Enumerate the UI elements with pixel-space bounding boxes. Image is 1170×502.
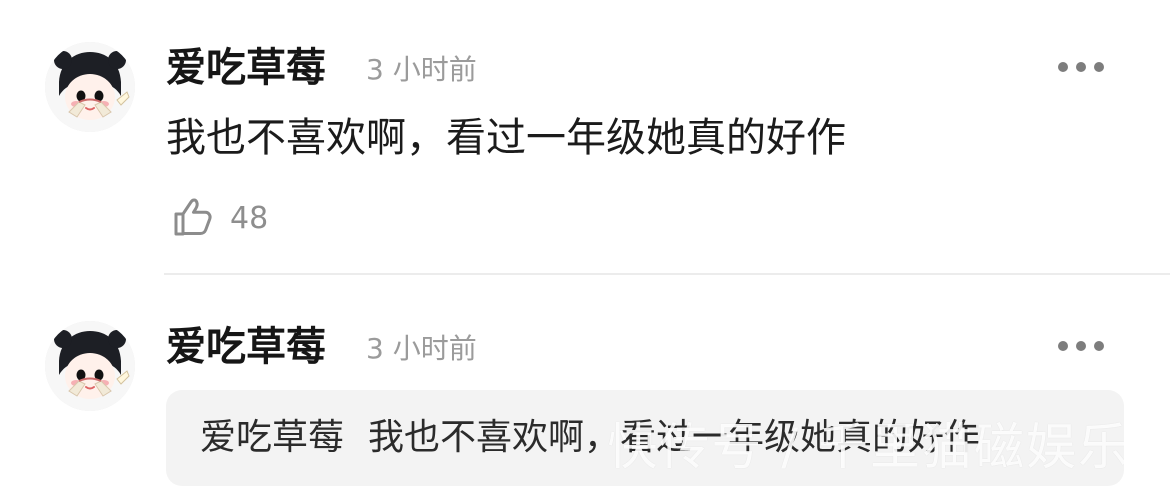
comment-username[interactable]: 爱吃草莓 <box>166 42 326 94</box>
comment-timestamp: 3 小时前 <box>366 53 477 86</box>
more-icon[interactable] <box>1058 339 1106 353</box>
quoted-username: 爱吃草莓 <box>200 417 345 458</box>
comment-username[interactable]: 爱吃草莓 <box>166 321 326 373</box>
comment-text: 我也不喜欢啊，看过一年级她真的好作 <box>166 115 846 161</box>
watermark-text: 快传号 / 千里猫磁娱乐 <box>607 418 1124 476</box>
like-button[interactable]: 48 <box>170 194 268 244</box>
more-icon[interactable] <box>1058 60 1106 74</box>
avatar[interactable] <box>45 321 135 411</box>
comment-timestamp: 3 小时前 <box>366 332 477 365</box>
quoted-comment-box: 爱吃草莓 我也不喜欢啊，看过一年级她真的好作 快传号 / 千里猫磁娱乐 <box>166 390 1124 486</box>
like-count: 48 <box>230 201 269 236</box>
thumbs-up-icon <box>170 194 216 244</box>
avatar[interactable] <box>45 42 135 132</box>
comment-divider <box>164 273 1170 275</box>
